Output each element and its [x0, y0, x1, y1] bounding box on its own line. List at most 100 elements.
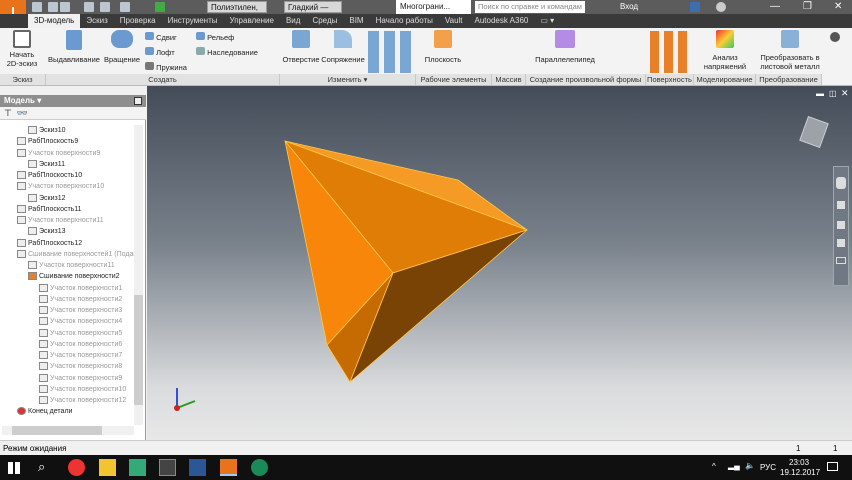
browser-tree-item[interactable]: РабПлоскость10 [17, 170, 82, 181]
browser-tree-item[interactable]: Участок поверхности7 [39, 350, 122, 361]
browser-tree-item[interactable]: Эскиз13 [28, 226, 66, 237]
maximize-icon[interactable]: ❐ [803, 1, 812, 12]
browser-tree-item[interactable]: Участок поверхности5 [39, 328, 122, 339]
tab-10[interactable]: Autodesk A360 [469, 14, 535, 28]
minimize-icon[interactable]: — [770, 1, 780, 12]
horizontal-scrollbar[interactable] [2, 426, 134, 435]
media-icon[interactable] [159, 459, 176, 476]
3d-viewport[interactable]: ▬ ◫ ✕ [147, 86, 852, 440]
tab-3[interactable]: Инструменты [162, 14, 224, 28]
ribbon-panel-label[interactable]: Массив [492, 74, 526, 85]
ribbon-panel-label[interactable]: Создать [46, 74, 280, 85]
redo-icon[interactable] [100, 2, 110, 12]
coil-button[interactable]: Пружина [145, 62, 187, 72]
viewport-minimize-icon[interactable]: ▬ [816, 89, 824, 98]
browser-tree-item[interactable]: Участок поверхности10 [17, 181, 104, 192]
start-sketch-button[interactable]: Начать 2D-эскиз [4, 30, 40, 68]
tray-chevron-icon[interactable]: ^ [712, 462, 716, 471]
orbit-icon[interactable] [837, 239, 845, 247]
plane-button[interactable]: Плоскость [422, 30, 464, 64]
help-icon[interactable] [134, 97, 142, 105]
word-icon[interactable] [189, 459, 206, 476]
fillet-button[interactable]: Сопряжение [320, 30, 366, 64]
browser-tree-item[interactable]: Участок поверхности1 [39, 283, 122, 294]
viewport-close-icon[interactable]: ✕ [841, 88, 849, 99]
tab-6[interactable]: Среды [306, 14, 343, 28]
network-icon[interactable]: ▂▄ [728, 461, 740, 470]
box-button[interactable]: Параллелепипед [530, 30, 600, 64]
ribbon-panel-label[interactable]: Поверхность [646, 74, 694, 85]
browser-tree-item[interactable]: Конец детали [17, 406, 72, 417]
extrude-button[interactable]: Выдавливание [48, 30, 100, 64]
view-face-icon[interactable] [836, 257, 846, 264]
ribbon-panel-label[interactable]: Моделирование [694, 74, 756, 85]
ribbon-panel-label[interactable]: Рабочие элементы [416, 74, 492, 85]
modify-tools-icon[interactable] [368, 31, 414, 73]
tab-1[interactable]: Эскиз [80, 14, 113, 28]
browser-title[interactable]: Модель ▾ [0, 95, 146, 107]
ribbon-panel-label[interactable]: Преобразование [756, 74, 822, 85]
exchange-icon[interactable] [690, 2, 700, 12]
pan-icon[interactable] [837, 201, 845, 209]
yandex-browser-icon[interactable] [68, 459, 85, 476]
browser-tree-item[interactable]: Эскиз12 [28, 193, 66, 204]
clock-date[interactable]: 19.12.2017 [780, 468, 820, 477]
sign-in-link[interactable]: Вход [620, 2, 638, 11]
revolve-button[interactable]: Вращение [103, 30, 141, 64]
tab-5[interactable]: Вид [280, 14, 306, 28]
notifications-icon[interactable] [827, 462, 838, 471]
steering-wheel-icon[interactable] [836, 177, 846, 189]
browser-tree-item[interactable]: Участок поверхности11 [17, 215, 104, 226]
ribbon-panel-label[interactable]: Создание произвольной формы [526, 74, 646, 85]
browser-tree-item[interactable]: Участок поверхности9 [39, 373, 122, 384]
filter-icon[interactable]: ⊤ [4, 108, 12, 118]
browser-tree-item[interactable]: Участок поверхности8 [39, 361, 122, 372]
loft-button[interactable]: Лофт [145, 47, 175, 57]
emboss-button[interactable]: Рельеф [196, 32, 234, 42]
ribbon-panel-label[interactable]: Изменить ▾ [280, 74, 416, 85]
tabs-overflow-icon[interactable]: ▭ ▾ [534, 14, 560, 28]
ribbon-panel-label[interactable]: Эскиз [0, 74, 46, 85]
browser-tree-item[interactable]: Участок поверхности4 [39, 316, 122, 327]
tab-0[interactable]: 3D-модель [28, 14, 81, 28]
browser-tree-item[interactable]: РабПлоскость12 [17, 238, 82, 249]
home-icon[interactable] [120, 2, 130, 12]
tab-8[interactable]: Начало работы [370, 14, 439, 28]
viewport-restore-icon[interactable]: ◫ [829, 89, 837, 98]
volume-icon[interactable]: 🔈 [745, 461, 755, 470]
save-icon[interactable] [60, 2, 70, 12]
undo-icon[interactable] [84, 2, 94, 12]
new-icon[interactable] [32, 2, 42, 12]
app-icon[interactable] [251, 459, 268, 476]
start-icon[interactable] [8, 462, 20, 474]
hole-button[interactable]: Отверстие [282, 30, 320, 64]
update-icon[interactable] [155, 2, 165, 12]
document-tab[interactable]: Многограни... [396, 0, 471, 14]
browser-tree-item[interactable]: Эскиз11 [28, 159, 65, 170]
browser-tree-item[interactable]: Участок поверхности6 [39, 339, 122, 350]
clock-time[interactable]: 23:03 [789, 458, 809, 467]
ribbon-options-icon[interactable] [830, 32, 840, 42]
tab-2[interactable]: Проверка [114, 14, 162, 28]
zoom-icon[interactable] [837, 221, 845, 229]
browser-tree-item[interactable]: Участок поверхности10 [39, 384, 126, 395]
tab-7[interactable]: BIM [343, 14, 369, 28]
browser-tree-item[interactable]: Эскиз10 [28, 125, 66, 136]
browser-tree-item[interactable]: Сшивание поверхности2 [28, 271, 120, 282]
browser-tree-item[interactable]: РабПлоскость11 [17, 204, 82, 215]
help-icon[interactable] [716, 2, 726, 12]
browser-tree-item[interactable]: Участок поверхности9 [17, 148, 100, 159]
search-icon[interactable]: ⌕ [38, 459, 45, 475]
sweep-button[interactable]: Сдвиг [145, 32, 177, 42]
close-icon[interactable]: ✕ [834, 1, 842, 12]
open-icon[interactable] [48, 2, 58, 12]
material-select[interactable]: Полиэтилен, [207, 1, 267, 13]
convert-sheetmetal-button[interactable]: Преобразовать в листовой металл [757, 30, 823, 71]
browser-tree-item[interactable]: Участок поверхности11 [28, 260, 115, 271]
help-search-input[interactable]: Поиск по справке и командам [475, 1, 585, 13]
browser-tree-item[interactable]: Участок поверхности2 [39, 294, 122, 305]
inventor-taskbar-icon[interactable] [220, 459, 237, 476]
store-icon[interactable] [129, 459, 146, 476]
browser-tree-item[interactable]: Участок поверхности3 [39, 305, 122, 316]
tab-4[interactable]: Управление [223, 14, 279, 28]
